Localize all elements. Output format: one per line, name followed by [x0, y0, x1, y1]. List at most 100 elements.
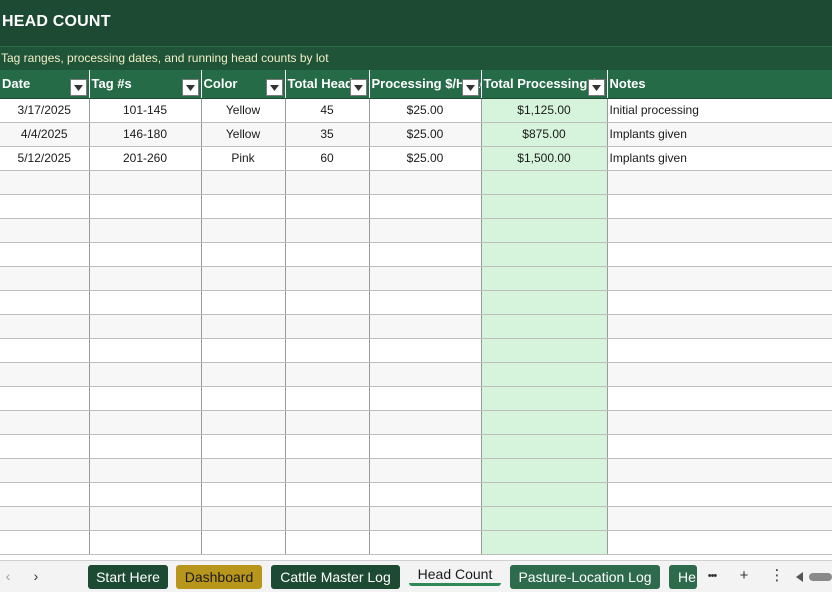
empty-cell[interactable] [481, 338, 608, 363]
empty-cell[interactable] [201, 194, 286, 219]
empty-cell[interactable] [0, 410, 90, 435]
empty-cell[interactable] [369, 386, 482, 411]
empty-cell[interactable] [285, 242, 370, 267]
empty-cell[interactable] [0, 482, 90, 507]
empty-cell[interactable] [285, 362, 370, 387]
cell-color[interactable]: Pink [201, 146, 286, 171]
empty-cell[interactable] [0, 530, 90, 555]
empty-cell[interactable] [607, 314, 832, 339]
empty-cell[interactable] [89, 242, 202, 267]
empty-cell[interactable] [285, 530, 370, 555]
empty-cell[interactable] [285, 170, 370, 195]
empty-cell[interactable] [201, 242, 286, 267]
empty-cell[interactable] [201, 338, 286, 363]
empty-cell[interactable] [285, 434, 370, 459]
empty-cell[interactable] [481, 362, 608, 387]
empty-cell[interactable] [481, 290, 608, 315]
empty-cell[interactable] [89, 458, 202, 483]
empty-cell[interactable] [0, 266, 90, 291]
empty-cell[interactable] [369, 410, 482, 435]
empty-cell[interactable] [285, 314, 370, 339]
empty-cell[interactable] [481, 506, 608, 531]
empty-cell[interactable] [0, 434, 90, 459]
empty-cell[interactable] [89, 338, 202, 363]
empty-cell[interactable] [285, 458, 370, 483]
column-header-total-head[interactable]: Total Head [285, 70, 370, 99]
empty-cell[interactable] [285, 482, 370, 507]
empty-cell[interactable] [285, 386, 370, 411]
empty-cell[interactable] [0, 362, 90, 387]
cell-processing-per-head[interactable]: $25.00 [369, 122, 482, 147]
empty-cell[interactable] [369, 530, 482, 555]
empty-cell[interactable] [201, 434, 286, 459]
empty-cell[interactable] [607, 266, 832, 291]
empty-cell[interactable] [607, 338, 832, 363]
sheet-options-icon[interactable]: ⋮ [768, 567, 786, 585]
empty-cell[interactable] [369, 290, 482, 315]
empty-cell[interactable] [607, 170, 832, 195]
cell-tags[interactable]: 201-260 [89, 146, 202, 171]
chevron-left-icon[interactable]: ‹ [0, 568, 16, 584]
tab-start-here[interactable]: Start Here [88, 565, 168, 589]
empty-cell[interactable] [481, 434, 608, 459]
filter-dropdown-icon[interactable] [69, 79, 87, 96]
empty-cell[interactable] [369, 362, 482, 387]
empty-cell[interactable] [607, 290, 832, 315]
tab-head-count[interactable]: Head Count [409, 564, 501, 586]
empty-cell[interactable] [0, 338, 90, 363]
tab-dashboard[interactable]: Dashboard [176, 565, 262, 589]
empty-cell[interactable] [369, 242, 482, 267]
empty-cell[interactable] [0, 506, 90, 531]
empty-cell[interactable] [89, 314, 202, 339]
empty-cell[interactable] [89, 362, 202, 387]
empty-cell[interactable] [201, 410, 286, 435]
tab-cattle-master-log[interactable]: Cattle Master Log [271, 565, 400, 589]
cell-total-head[interactable]: 45 [285, 98, 370, 123]
cell-notes[interactable]: Initial processing [607, 98, 832, 123]
empty-cell[interactable] [481, 314, 608, 339]
empty-cell[interactable] [369, 458, 482, 483]
filter-dropdown-icon[interactable] [181, 79, 199, 96]
scroll-left-icon[interactable] [796, 572, 803, 582]
cell-processing-per-head[interactable]: $25.00 [369, 98, 482, 123]
empty-cell[interactable] [0, 290, 90, 315]
empty-cell[interactable] [201, 314, 286, 339]
empty-cell[interactable] [89, 266, 202, 291]
column-header-date[interactable]: Date [0, 70, 90, 99]
tab-pasture-location-log[interactable]: Pasture-Location Log [510, 565, 660, 589]
empty-cell[interactable] [481, 386, 608, 411]
empty-cell[interactable] [0, 170, 90, 195]
empty-cell[interactable] [89, 290, 202, 315]
empty-cell[interactable] [285, 290, 370, 315]
cell-date[interactable]: 3/17/2025 [0, 98, 90, 123]
empty-cell[interactable] [0, 194, 90, 219]
empty-cell[interactable] [369, 338, 482, 363]
empty-cell[interactable] [607, 386, 832, 411]
empty-cell[interactable] [369, 506, 482, 531]
empty-cell[interactable] [285, 266, 370, 291]
empty-cell[interactable] [285, 218, 370, 243]
cell-color[interactable]: Yellow [201, 98, 286, 123]
cell-date[interactable]: 4/4/2025 [0, 122, 90, 147]
column-header-notes[interactable]: Notes [607, 70, 832, 99]
column-header-color[interactable]: Color [201, 70, 286, 99]
empty-cell[interactable] [369, 266, 482, 291]
empty-cell[interactable] [369, 314, 482, 339]
column-header-tags[interactable]: Tag #s [89, 70, 202, 99]
empty-cell[interactable] [201, 458, 286, 483]
empty-cell[interactable] [607, 218, 832, 243]
cell-date[interactable]: 5/12/2025 [0, 146, 90, 171]
empty-cell[interactable] [201, 482, 286, 507]
empty-cell[interactable] [0, 218, 90, 243]
empty-cell[interactable] [89, 218, 202, 243]
empty-cell[interactable] [481, 218, 608, 243]
cell-total-processing[interactable]: $1,125.00 [481, 98, 608, 123]
empty-cell[interactable] [0, 386, 90, 411]
empty-cell[interactable] [285, 506, 370, 531]
empty-cell[interactable] [0, 458, 90, 483]
cell-notes[interactable]: Implants given [607, 146, 832, 171]
cell-tags[interactable]: 146-180 [89, 122, 202, 147]
empty-cell[interactable] [481, 530, 608, 555]
empty-cell[interactable] [481, 194, 608, 219]
empty-cell[interactable] [201, 362, 286, 387]
